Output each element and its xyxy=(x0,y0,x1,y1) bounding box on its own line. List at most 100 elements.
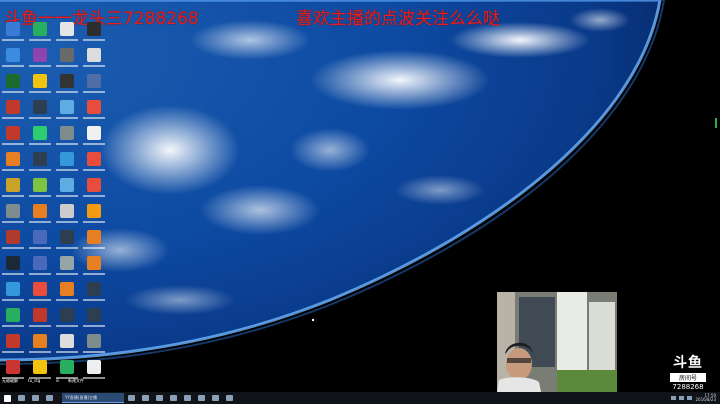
desktop-shortcut[interactable] xyxy=(83,22,105,48)
app-icon xyxy=(6,360,20,374)
desktop-shortcut[interactable] xyxy=(83,360,105,386)
desktop-shortcut[interactable] xyxy=(2,334,24,360)
desktop-shortcut[interactable] xyxy=(83,334,105,360)
desktop-shortcut[interactable] xyxy=(2,308,24,334)
desktop-shortcut[interactable] xyxy=(83,256,105,282)
desktop-shortcut[interactable] xyxy=(2,48,24,74)
desktop-shortcut[interactable] xyxy=(29,282,51,308)
desktop-shortcut[interactable] xyxy=(2,100,24,126)
desktop-shortcut[interactable] xyxy=(2,282,24,308)
taskbar-search-button[interactable] xyxy=(14,392,28,404)
desktop-shortcut[interactable] xyxy=(83,100,105,126)
app-icon xyxy=(6,48,20,62)
desktop-shortcut[interactable] xyxy=(29,22,51,48)
folder-icon xyxy=(127,395,135,401)
desktop-shortcut[interactable] xyxy=(29,204,51,230)
desktop-shortcut[interactable] xyxy=(83,152,105,178)
desktop-shortcut[interactable] xyxy=(2,152,24,178)
desktop-shortcut[interactable] xyxy=(29,100,51,126)
desktop-shortcut[interactable] xyxy=(2,256,24,282)
app-icon xyxy=(6,126,20,140)
desktop-shortcut-label xyxy=(56,143,78,145)
ime-icon[interactable] xyxy=(687,396,693,400)
taskbar-app-5[interactable] xyxy=(166,392,180,404)
app-icon xyxy=(33,204,47,218)
desktop-shortcut[interactable] xyxy=(2,126,24,152)
desktop-shortcut[interactable] xyxy=(56,48,78,74)
app-icon xyxy=(87,100,101,114)
desktop-shortcut[interactable] xyxy=(83,126,105,152)
desktop-shortcut[interactable] xyxy=(29,256,51,282)
desktop-shortcut[interactable] xyxy=(29,48,51,74)
taskbar-app-8[interactable] xyxy=(208,392,222,404)
desktop-shortcut[interactable] xyxy=(56,126,78,152)
desktop-shortcut[interactable] xyxy=(56,74,78,100)
desktop-shortcut[interactable] xyxy=(56,22,78,48)
taskbar-app-2[interactable] xyxy=(124,392,138,404)
desktop-shortcut[interactable] xyxy=(56,334,78,360)
app-icon xyxy=(87,334,101,348)
desktop-shortcut-label xyxy=(56,351,78,353)
desktop-shortcut[interactable] xyxy=(56,152,78,178)
taskbar-app-3[interactable] xyxy=(138,392,152,404)
desktop-shortcut[interactable] xyxy=(29,126,51,152)
desktop-shortcut[interactable] xyxy=(29,308,51,334)
desktop-shortcut[interactable] xyxy=(83,230,105,256)
desktop-shortcut-label xyxy=(56,221,78,223)
desktop-shortcut[interactable] xyxy=(2,22,24,48)
app-icon xyxy=(6,22,20,36)
system-tray: 17:59 2016/8/23 xyxy=(671,394,720,402)
taskbar-task-view-button[interactable] xyxy=(28,392,42,404)
desktop-shortcut[interactable] xyxy=(2,230,24,256)
desktop-shortcut[interactable] xyxy=(56,308,78,334)
app-icon xyxy=(60,256,74,270)
task-view-icon xyxy=(31,395,39,401)
app-icon xyxy=(87,282,101,296)
desktop-shortcut[interactable] xyxy=(29,334,51,360)
desktop-shortcut[interactable] xyxy=(83,282,105,308)
app-icon xyxy=(87,48,101,62)
taskbar-active-window[interactable]: YY直播(直播)主播 xyxy=(62,393,124,403)
bottom-icon-label-2: tu_stg xyxy=(28,378,41,383)
taskbar-clock[interactable]: 17:59 2016/8/23 xyxy=(695,394,716,402)
desktop-shortcut[interactable] xyxy=(56,230,78,256)
desktop-shortcut[interactable] xyxy=(29,152,51,178)
volume-icon[interactable] xyxy=(679,396,685,400)
taskbar-app-1[interactable] xyxy=(42,392,56,404)
windows-icon xyxy=(3,394,11,402)
desktop-shortcut[interactable] xyxy=(56,282,78,308)
desktop-shortcut[interactable] xyxy=(2,204,24,230)
desktop-shortcut[interactable] xyxy=(56,204,78,230)
desktop-shortcut[interactable] xyxy=(56,100,78,126)
bottom-icon-label-1: 无敌破解 xyxy=(2,378,18,383)
search-icon xyxy=(17,395,25,401)
taskbar-app-6[interactable] xyxy=(180,392,194,404)
network-icon[interactable] xyxy=(671,396,677,400)
taskbar-app-7[interactable] xyxy=(194,392,208,404)
taskbar-app-9[interactable] xyxy=(222,392,236,404)
app-icon xyxy=(33,256,47,270)
taskbar-app-4[interactable] xyxy=(152,392,166,404)
app-icon xyxy=(6,334,20,348)
app-icon xyxy=(155,395,163,401)
edge-handle[interactable] xyxy=(715,118,717,128)
room-number-label: 房间号 xyxy=(670,373,706,382)
start-button[interactable] xyxy=(0,392,14,404)
desktop-shortcut[interactable] xyxy=(29,178,51,204)
desktop-shortcut[interactable] xyxy=(2,178,24,204)
desktop-shortcut[interactable] xyxy=(83,48,105,74)
desktop-shortcut[interactable] xyxy=(56,178,78,204)
desktop-shortcut[interactable] xyxy=(29,230,51,256)
app-icon xyxy=(87,22,101,36)
desktop-shortcut-label xyxy=(56,65,78,67)
desktop-shortcut[interactable] xyxy=(83,74,105,100)
desktop-shortcut[interactable] xyxy=(83,308,105,334)
desktop-shortcut[interactable] xyxy=(56,256,78,282)
desktop-shortcut[interactable] xyxy=(83,178,105,204)
desktop-shortcut[interactable] xyxy=(29,74,51,100)
desktop-shortcut[interactable] xyxy=(83,204,105,230)
mouse-cursor xyxy=(311,318,315,322)
desktop-shortcut-label xyxy=(83,273,105,275)
app-icon xyxy=(33,152,47,166)
desktop-shortcut[interactable] xyxy=(2,74,24,100)
